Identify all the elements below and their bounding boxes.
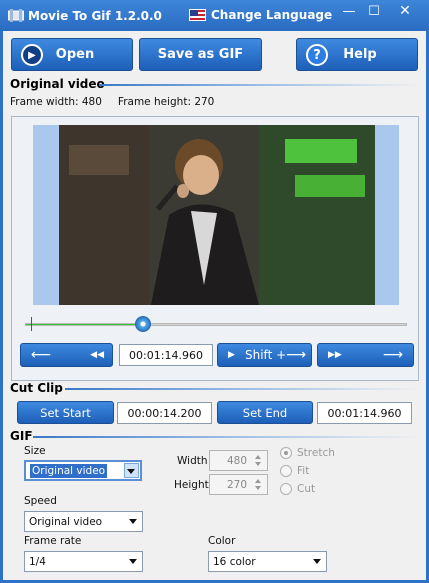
section-divider — [33, 436, 419, 438]
frame-width-text: Frame width: 480 — [10, 96, 102, 108]
speed-selected-value: Original video — [29, 515, 103, 528]
width-label: Width — [177, 455, 208, 467]
change-language-button[interactable]: Change Language — [189, 8, 332, 22]
playback-slider-thumb[interactable] — [135, 316, 152, 332]
help-label: Help — [343, 47, 377, 62]
size-selected-value: Original video — [30, 463, 108, 478]
play-icon: ▶ — [21, 44, 43, 66]
help-button[interactable]: ? Help — [296, 38, 418, 71]
speed-select[interactable]: Original video — [24, 511, 143, 532]
help-icon: ? — [306, 44, 328, 66]
stretch-radio[interactable]: Stretch — [280, 447, 335, 459]
arrow-left-icon: ⟵ — [31, 347, 52, 363]
main-panel: ▶ Open Save as GIF ? Help Original video… — [3, 31, 426, 580]
size-dropdown-button[interactable] — [124, 463, 139, 478]
shift-button[interactable]: ▶ Shift + ⟶ — [217, 343, 312, 367]
minimize-button[interactable]: — — [337, 1, 361, 21]
shift-label: Shift + — [245, 348, 287, 362]
set-end-button[interactable]: Set End — [217, 401, 313, 424]
start-time-field[interactable]: 00:00:14.200 — [117, 402, 212, 424]
chevron-down-icon — [129, 519, 137, 524]
height-spinner[interactable]: 270 — [209, 474, 268, 495]
step-back-button[interactable]: ⟵ ◀◀ — [20, 343, 113, 367]
radio-icon — [280, 465, 292, 477]
cut-radio[interactable]: Cut — [280, 483, 315, 495]
width-value: 480 — [226, 454, 247, 467]
close-button[interactable]: ✕ — [387, 1, 423, 21]
us-flag-icon — [189, 9, 206, 21]
change-language-label: Change Language — [211, 8, 333, 22]
frame-height-text: Frame height: 270 — [117, 96, 215, 108]
radio-icon — [280, 483, 292, 495]
end-time-field[interactable]: 00:01:14.960 — [317, 402, 412, 424]
color-label: Color — [208, 535, 236, 547]
spin-down-icon[interactable] — [255, 486, 261, 490]
arrow-right-icon: ⟶ — [382, 347, 403, 363]
size-label: Size — [24, 445, 46, 457]
frame-info: Frame width: 480 Frame height: 270 — [10, 96, 214, 108]
arrow-right-icon: ⟶ — [286, 347, 307, 363]
clip-start-marker — [31, 317, 32, 331]
cut-clip-heading: Cut Clip — [10, 381, 63, 395]
current-time-field[interactable]: 00:01:14.960 — [119, 344, 213, 366]
play-small-icon: ▶ — [228, 350, 235, 360]
section-divider — [65, 388, 419, 390]
title-bar: Movie To Gif 1.2.0.0 Change Language — ☐… — [0, 0, 429, 31]
playback-progress-fill — [26, 324, 144, 325]
spin-down-icon[interactable] — [255, 462, 261, 466]
color-select[interactable]: 16 color — [208, 551, 327, 572]
spin-up-icon[interactable] — [255, 479, 261, 483]
fit-label: Fit — [297, 465, 310, 477]
step-forward-button[interactable]: ▶▶ ⟶ — [317, 343, 414, 367]
maximize-button[interactable]: ☐ — [362, 1, 386, 21]
app-title: Movie To Gif 1.2.0.0 — [28, 9, 162, 23]
app-logo-icon — [7, 9, 25, 22]
open-label: Open — [55, 47, 95, 62]
size-select[interactable]: Original video — [24, 460, 142, 481]
rewind-icon: ◀◀ — [90, 350, 104, 360]
save-as-gif-label: Save as GIF — [157, 47, 244, 62]
speed-label: Speed — [24, 495, 57, 507]
section-divider — [99, 84, 419, 86]
radio-selected-icon — [280, 447, 292, 459]
height-value: 270 — [226, 478, 247, 491]
height-label: Height — [174, 479, 209, 491]
chevron-down-icon — [129, 559, 137, 564]
video-frame-image — [59, 125, 375, 305]
color-selected-value: 16 color — [213, 555, 256, 568]
gif-heading: GIF — [10, 429, 33, 443]
stretch-label: Stretch — [297, 447, 335, 459]
chevron-down-icon — [127, 469, 135, 474]
width-spinner[interactable]: 480 — [209, 450, 268, 471]
save-as-gif-button[interactable]: Save as GIF — [139, 38, 262, 71]
set-start-button[interactable]: Set Start — [17, 401, 114, 424]
fit-radio[interactable]: Fit — [280, 465, 309, 477]
frame-rate-select[interactable]: 1/4 — [24, 551, 143, 572]
playback-slider-track[interactable] — [25, 323, 407, 326]
open-button[interactable]: ▶ Open — [11, 38, 133, 71]
fast-forward-icon: ▶▶ — [328, 350, 342, 360]
original-video-heading: Original video — [10, 77, 105, 91]
chevron-down-icon — [313, 559, 321, 564]
video-preview-area — [33, 125, 399, 305]
spin-up-icon[interactable] — [255, 455, 261, 459]
frame-rate-selected-value: 1/4 — [29, 555, 46, 568]
cut-label: Cut — [297, 483, 316, 495]
frame-rate-label: Frame rate — [24, 535, 82, 547]
video-preview-panel: ⟵ ◀◀ 00:01:14.960 ▶ Shift + ⟶ ▶▶ ⟶ — [11, 116, 419, 381]
